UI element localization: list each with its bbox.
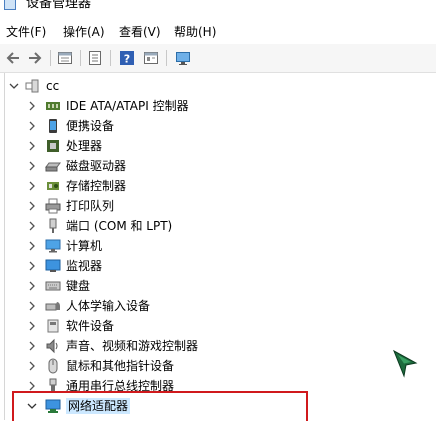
toolbar-separator [110,50,111,66]
software-device-icon [45,318,61,334]
view-icon[interactable] [142,49,160,67]
tree-item-label: 打印队列 [66,199,115,213]
tree-item-label: 计算机 [66,239,103,253]
chevron-right-icon[interactable] [27,101,37,111]
chevron-right-icon[interactable] [27,241,37,251]
menu-view[interactable]: 查看(V) [119,24,161,40]
forward-icon[interactable] [26,49,44,67]
tree-item-label: 键盘 [66,279,91,293]
tree-item-storage[interactable]: 存储控制器 [27,176,126,196]
highlight-annotation [12,391,308,421]
tree-item-label: 声音、视频和游戏控制器 [66,339,199,353]
tree-root-label: cc [46,79,60,93]
tree-item-computer[interactable]: 计算机 [27,236,102,256]
tree-item-portable[interactable]: 便携设备 [27,116,114,136]
printer-icon [45,198,61,214]
chevron-right-icon[interactable] [27,281,37,291]
ide-controller-icon [45,98,61,114]
tree-item-monitor[interactable]: 监视器 [27,256,102,276]
portable-device-icon [45,118,61,134]
monitor-icon [45,258,61,274]
chevron-right-icon[interactable] [27,381,37,391]
svg-text:?: ? [124,53,130,66]
menu-file[interactable]: 文件(F) [6,24,46,40]
chevron-right-icon[interactable] [27,161,37,171]
chevron-right-icon[interactable] [27,361,37,371]
disk-drive-icon [45,158,61,174]
chevron-right-icon[interactable] [27,301,37,311]
storage-controller-icon [45,178,61,194]
menu-help[interactable]: 帮助(H) [174,24,216,40]
tree-item-label: 软件设备 [66,319,115,333]
back-icon[interactable] [4,49,22,67]
title-bar: 设备管理器 [0,0,436,18]
chevron-down-icon[interactable] [9,81,19,91]
chevron-right-icon[interactable] [27,181,37,191]
chevron-right-icon[interactable] [27,141,37,151]
port-icon [45,218,61,234]
menu-action[interactable]: 操作(A) [63,24,105,40]
chevron-right-icon[interactable] [27,221,37,231]
tree-item-label: 人体学输入设备 [66,299,151,313]
help-icon[interactable]: ? [118,49,136,67]
device-tree: cc IDE ATA/ATAPI 控制器 便携设备 处理器 磁盘驱动器 存储控制… [4,73,436,420]
tree-item-label: 端口 (COM 和 LPT) [66,219,173,233]
toolbar-separator [166,50,167,66]
tree-item-sound[interactable]: 声音、视频和游戏控制器 [27,336,198,356]
tree-root[interactable]: cc [9,76,59,96]
computer-icon [45,238,61,254]
device-manager-icon [4,0,16,10]
chevron-right-icon[interactable] [27,261,37,271]
tree-item-processor[interactable]: 处理器 [27,136,102,156]
mouse-icon [45,358,61,374]
tree-item-software[interactable]: 软件设备 [27,316,114,336]
tree-item-printer[interactable]: 打印队列 [27,196,114,216]
tree-item-disk[interactable]: 磁盘驱动器 [27,156,126,176]
computer-icon [25,78,41,94]
tree-item-label: 处理器 [66,139,103,153]
chevron-right-icon[interactable] [27,201,37,211]
tree-item-ide[interactable]: IDE ATA/ATAPI 控制器 [27,96,189,116]
tree-item-label: 鼠标和其他指针设备 [66,359,175,373]
hid-icon [45,298,61,314]
chevron-right-icon[interactable] [27,341,37,351]
toolbar-separator [50,50,51,66]
toolbar: ? [0,44,436,73]
tree-item-port[interactable]: 端口 (COM 和 LPT) [27,216,172,236]
tree-item-label: 便携设备 [66,119,115,133]
mouse-cursor-icon [393,349,418,378]
sound-icon [45,338,61,354]
menu-bar: 文件(F) 操作(A) 查看(V) 帮助(H) [0,21,436,43]
tree-item-label: IDE ATA/ATAPI 控制器 [66,99,189,113]
chevron-right-icon[interactable] [27,121,37,131]
keyboard-icon [45,278,61,294]
tree-item-keyboard[interactable]: 键盘 [27,276,90,296]
processor-icon [45,138,61,154]
chevron-right-icon[interactable] [27,321,37,331]
tree-item-label: 磁盘驱动器 [66,159,127,173]
monitor-icon[interactable] [174,49,192,67]
tree-item-label: 存储控制器 [66,179,127,193]
window-title: 设备管理器 [26,0,92,11]
tree-item-label: 监视器 [66,259,103,273]
properties-icon[interactable] [86,49,104,67]
view-icon[interactable] [56,49,74,67]
toolbar-separator [80,50,81,66]
tree-item-hid[interactable]: 人体学输入设备 [27,296,150,316]
tree-item-mouse[interactable]: 鼠标和其他指针设备 [27,356,174,376]
